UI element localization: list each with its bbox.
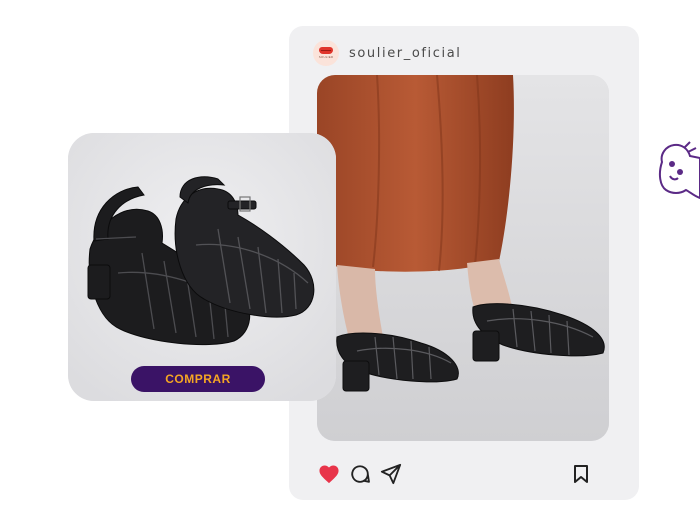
lips-logo-icon bbox=[319, 47, 333, 54]
product-photo bbox=[68, 133, 336, 401]
post-actions bbox=[317, 462, 609, 486]
buy-button[interactable]: COMPRAR bbox=[131, 366, 265, 392]
ghost-icon bbox=[656, 140, 700, 210]
comment-icon[interactable] bbox=[348, 462, 372, 486]
post-card: SOULIER soulier_oficial bbox=[289, 26, 639, 500]
post-username[interactable]: soulier_oficial bbox=[349, 46, 462, 61]
heart-icon[interactable] bbox=[317, 462, 341, 486]
send-icon[interactable] bbox=[379, 462, 403, 486]
avatar-brand: SOULIER bbox=[318, 55, 334, 59]
avatar[interactable]: SOULIER bbox=[313, 40, 339, 66]
product-card: COMPRAR bbox=[68, 133, 336, 401]
post-photo bbox=[317, 75, 609, 441]
bookmark-icon[interactable] bbox=[569, 462, 593, 486]
post-header: SOULIER soulier_oficial bbox=[313, 39, 462, 67]
